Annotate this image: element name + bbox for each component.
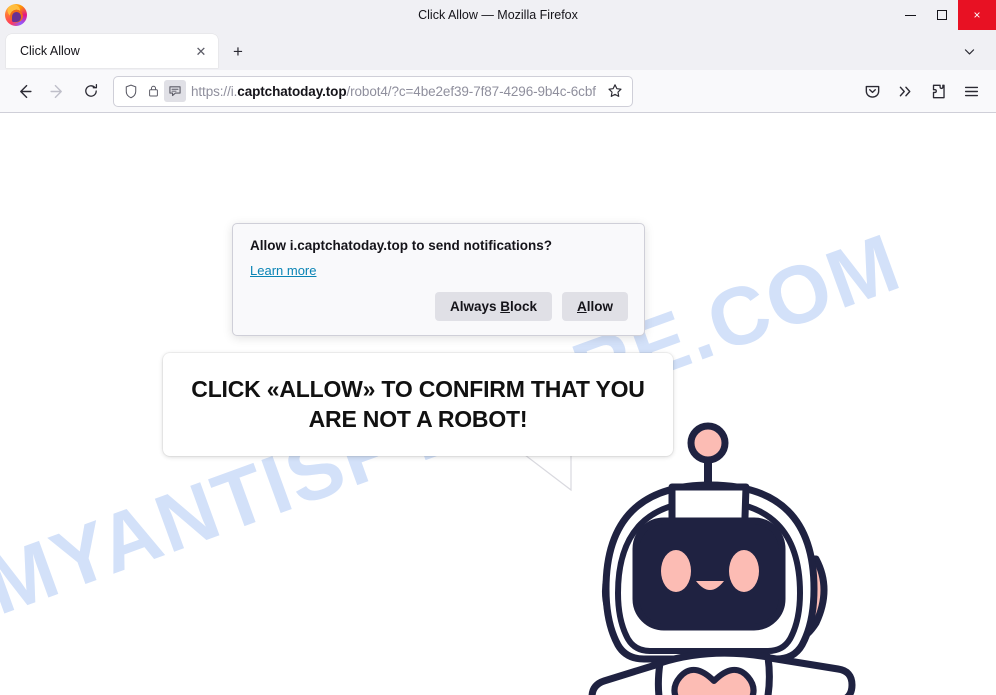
tab-close-icon[interactable]: ✕ bbox=[192, 42, 210, 60]
page-content-area: MYANTISPYWARE.COM bbox=[0, 113, 996, 695]
minimize-icon bbox=[904, 14, 916, 16]
overflow-chevrons-icon[interactable] bbox=[889, 76, 922, 107]
pocket-icon[interactable] bbox=[856, 76, 889, 107]
captcha-instruction-text: CLICK «ALLOW» TO CONFIRM THAT YOU ARE NO… bbox=[191, 375, 645, 435]
maximize-icon bbox=[937, 10, 947, 20]
minimize-button[interactable] bbox=[894, 0, 926, 30]
allow-label-suffix: llow bbox=[586, 299, 613, 314]
notification-popup-title: Allow i.captchatoday.top to send notific… bbox=[250, 238, 553, 253]
extensions-puzzle-icon[interactable] bbox=[922, 76, 955, 107]
speech-bubble-tail bbox=[525, 454, 572, 492]
tab-strip: Click Allow ✕ + bbox=[0, 30, 996, 70]
title-bar: Click Allow — Mozilla Firefox × bbox=[0, 0, 996, 30]
new-tab-button[interactable]: + bbox=[224, 37, 252, 65]
maximize-button[interactable] bbox=[926, 0, 958, 30]
bookmark-star-icon[interactable] bbox=[603, 79, 627, 103]
allow-accesskey: A bbox=[577, 299, 587, 314]
address-bar[interactable]: https://i.captchatoday.top/robot4/?c=4be… bbox=[113, 75, 633, 107]
url-scheme: https:// bbox=[191, 83, 231, 99]
close-icon: × bbox=[973, 8, 981, 22]
captcha-instruction-line1: CLICK «ALLOW» TO CONFIRM THAT YOU bbox=[191, 375, 645, 402]
learn-more-link[interactable]: Learn more bbox=[250, 263, 316, 278]
navigation-toolbar: https://i.captchatoday.top/robot4/?c=4be… bbox=[0, 70, 996, 113]
hamburger-menu-icon[interactable] bbox=[955, 76, 988, 107]
tab-label: Click Allow bbox=[20, 44, 80, 58]
url-path: /robot4/?c=4be2ef39-7f87-4296-9b4c-6cbf bbox=[346, 83, 596, 99]
back-button[interactable] bbox=[8, 76, 41, 107]
firefox-browser-window: Click Allow — Mozilla Firefox × Click Al… bbox=[0, 0, 996, 695]
firefox-logo-icon bbox=[5, 4, 27, 26]
allow-button[interactable]: Allow bbox=[562, 292, 628, 321]
notification-permission-popup: Allow i.captchatoday.top to send notific… bbox=[232, 223, 645, 336]
always-block-accesskey: B bbox=[500, 299, 510, 314]
always-block-label-suffix: lock bbox=[509, 299, 537, 314]
window-controls: × bbox=[894, 0, 996, 30]
list-all-tabs-chevron-down-icon[interactable] bbox=[956, 38, 982, 64]
close-window-button[interactable]: × bbox=[958, 0, 996, 30]
notification-popup-actions: Always Block Allow bbox=[250, 292, 628, 321]
url-text[interactable]: https://i.captchatoday.top/robot4/?c=4be… bbox=[191, 84, 603, 99]
always-block-button[interactable]: Always Block bbox=[434, 292, 552, 321]
shield-icon[interactable] bbox=[120, 80, 142, 102]
lock-icon[interactable] bbox=[142, 80, 164, 102]
captcha-speech-bubble: CLICK «ALLOW» TO CONFIRM THAT YOU ARE NO… bbox=[163, 353, 673, 456]
captcha-instruction-line2: ARE NOT A ROBOT! bbox=[308, 405, 528, 432]
reload-button[interactable] bbox=[74, 76, 107, 107]
notification-permission-icon[interactable] bbox=[164, 80, 186, 102]
toolbar-right-icons bbox=[856, 76, 988, 107]
window-title: Click Allow — Mozilla Firefox bbox=[418, 8, 578, 22]
always-block-label-prefix: Always bbox=[449, 299, 501, 314]
url-host: captchatoday.top bbox=[237, 83, 347, 99]
forward-button[interactable] bbox=[41, 76, 74, 107]
browser-tab-click-allow[interactable]: Click Allow ✕ bbox=[6, 34, 218, 68]
